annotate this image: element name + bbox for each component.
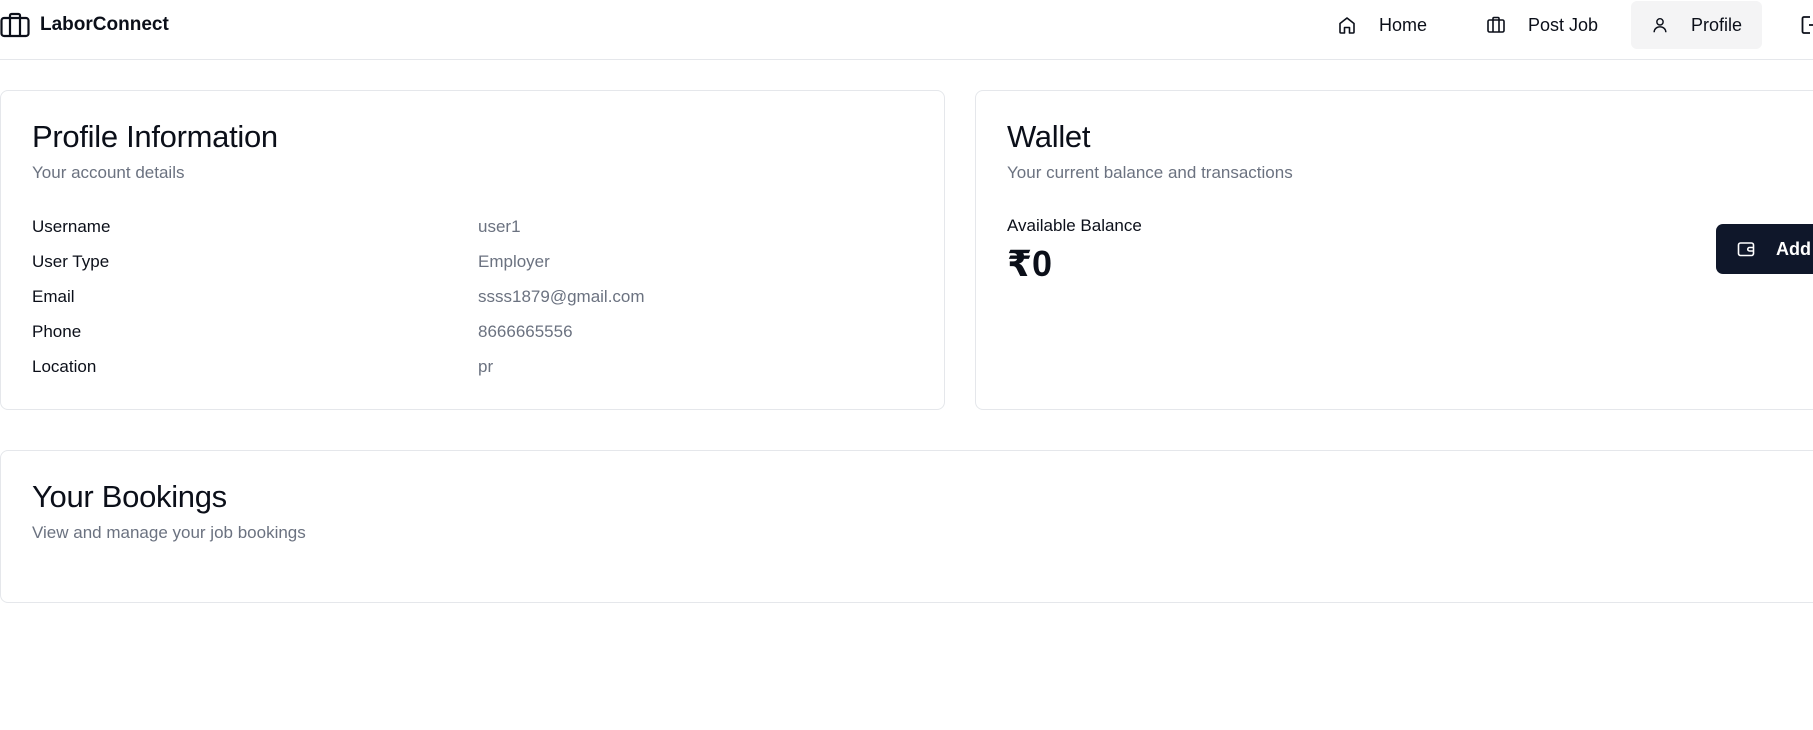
profile-card-title: Profile Information [32,119,278,154]
nav-post-job[interactable]: Post Job [1466,1,1618,49]
brand-name: LaborConnect [40,14,169,35]
field-label: User Type [32,252,110,271]
add-button-label: Add [1776,238,1811,259]
profile-card: Profile Information Your account details… [0,90,945,410]
wallet-card-subtitle: Your current balance and transactions [1007,163,1293,182]
info-row-user-type: User Type Employer [32,252,912,276]
user-icon [1653,17,1667,33]
balance-label: Available Balance [1007,216,1142,235]
info-row-email: Email ssss1879@gmail.com [32,287,912,311]
nav-home[interactable]: Home [1317,1,1447,49]
brand[interactable]: LaborConnect [0,12,169,38]
field-value: user1 [478,217,521,236]
add-money-button[interactable]: Add [1716,224,1813,274]
logout-icon[interactable] [1800,14,1813,36]
field-value: 8666665556 [478,322,573,341]
info-row-username: Username user1 [32,217,912,241]
field-label: Phone [32,322,82,341]
briefcase-icon [0,12,30,38]
field-value: Employer [478,252,550,271]
briefcase-icon [1487,16,1505,33]
field-value: ssss1879@gmail.com [478,287,645,306]
field-value: pr [478,357,494,376]
home-icon [1339,17,1355,34]
wallet-icon [1737,242,1755,257]
nav-profile-label: Profile [1690,14,1742,35]
field-label: Email [32,287,75,306]
info-row-phone: Phone 8666665556 [32,322,912,346]
nav-profile[interactable]: Profile [1631,1,1762,49]
nav-post-job-label: Post Job [1528,14,1599,35]
top-navbar: LaborConnect Home Post Job Profile [0,0,1813,60]
bookings-card-subtitle: View and manage your job bookings [32,523,306,542]
wallet-card-title: Wallet [1007,119,1091,154]
nav-home-label: Home [1379,14,1428,35]
field-label: Username [32,217,111,236]
info-row-location: Location pr [32,357,912,381]
field-label: Location [32,357,97,376]
bookings-card: Your Bookings View and manage your job b… [0,450,1813,603]
bookings-card-title: Your Bookings [32,479,227,514]
wallet-card: Wallet Your current balance and transact… [975,90,1813,410]
profile-card-subtitle: Your account details [32,163,185,182]
balance-value: ₹0 [1007,243,1053,284]
